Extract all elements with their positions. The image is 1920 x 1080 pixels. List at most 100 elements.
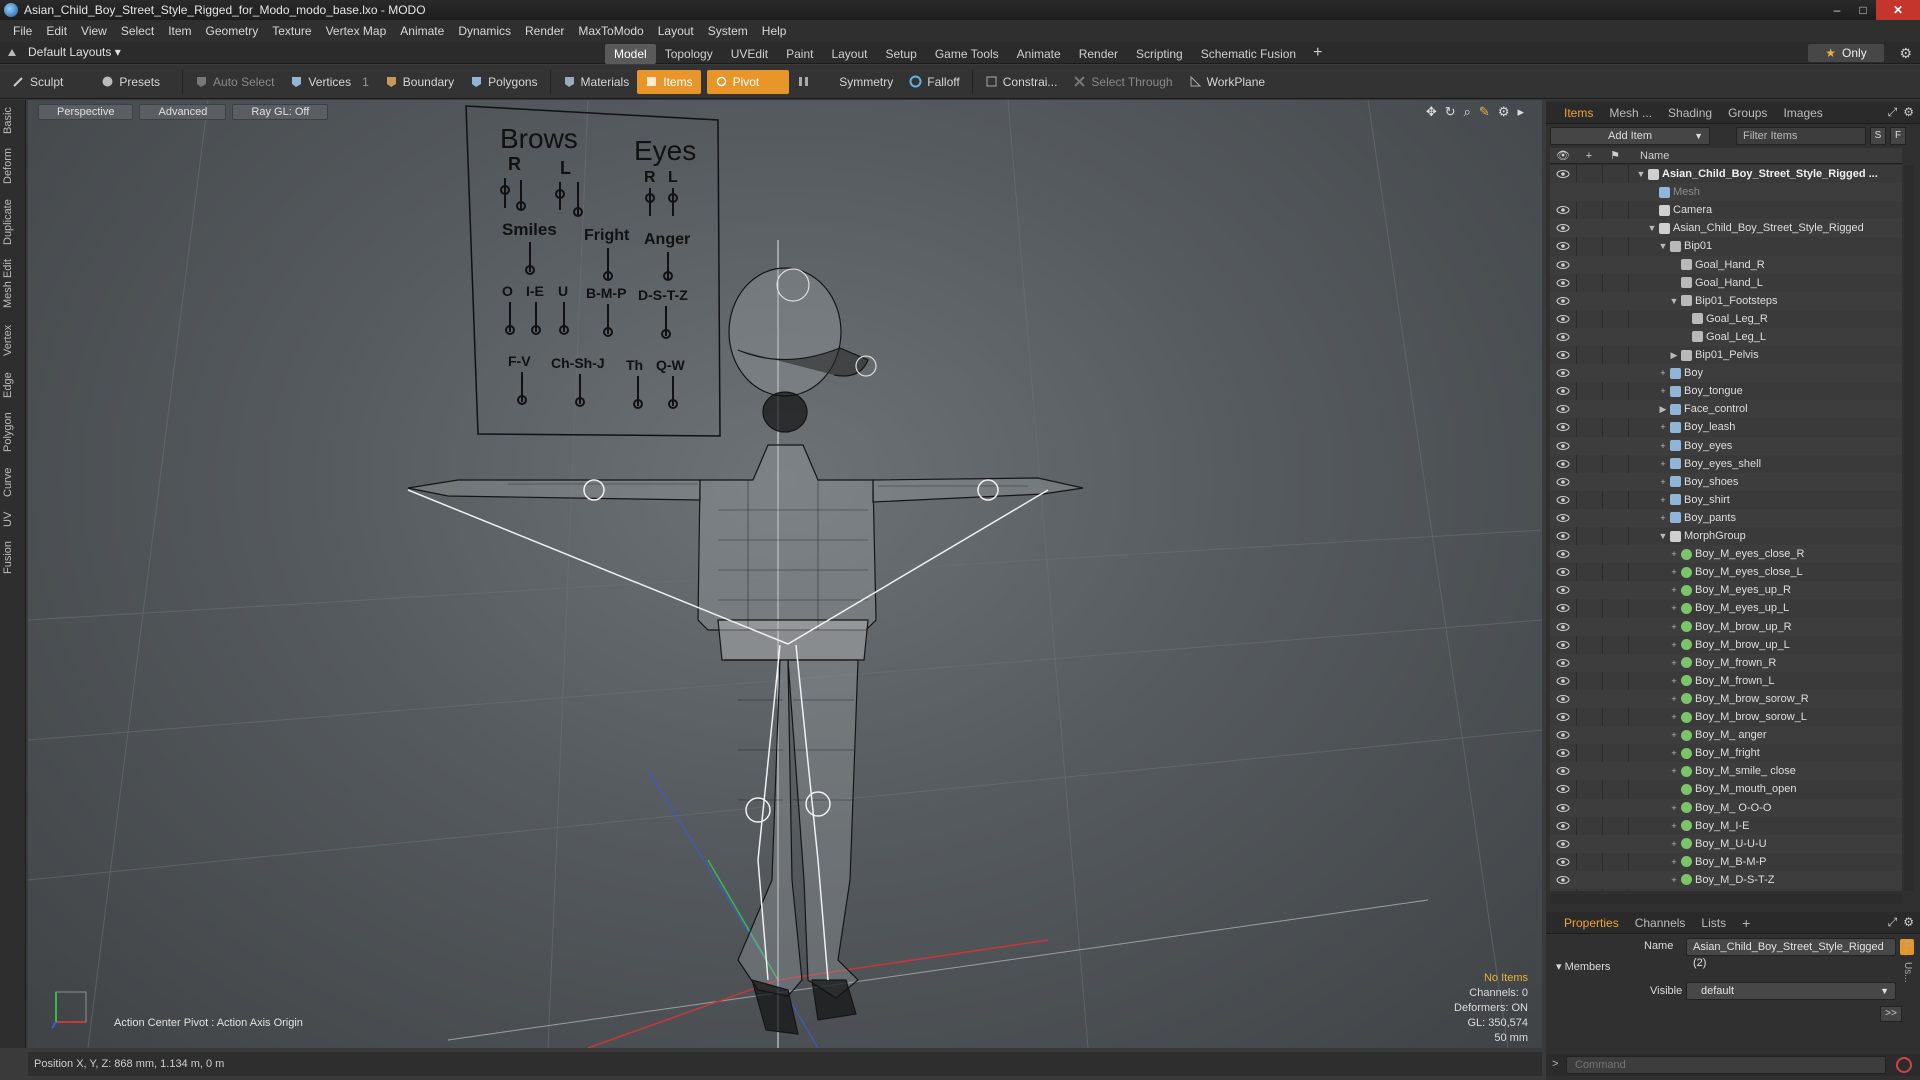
tab-images[interactable]: Images bbox=[1775, 104, 1830, 122]
expand-toggle-icon[interactable]: + bbox=[1669, 676, 1679, 686]
tab-setup[interactable]: Setup bbox=[876, 44, 925, 64]
eye-icon[interactable] bbox=[1556, 875, 1570, 885]
menu-help[interactable]: Help bbox=[755, 24, 794, 38]
falloff-button[interactable]: Falloff bbox=[901, 70, 967, 94]
expand-toggle-icon[interactable]: + bbox=[1669, 839, 1679, 849]
close-button[interactable]: ✕ bbox=[1876, 0, 1920, 20]
expand-toggle-icon[interactable]: + bbox=[1669, 730, 1679, 740]
eye-icon[interactable] bbox=[1556, 223, 1570, 233]
vtab-fusion[interactable]: Fusion bbox=[2, 538, 24, 576]
vtab-vertex[interactable]: Vertex bbox=[2, 320, 24, 360]
menu-item[interactable]: Item bbox=[161, 24, 198, 38]
eye-icon[interactable] bbox=[1556, 350, 1570, 360]
tree-row[interactable]: ▼ Bip01_Footsteps bbox=[1550, 291, 1902, 310]
eye-icon[interactable] bbox=[1556, 803, 1570, 813]
expand-toggle-icon[interactable]: + bbox=[1658, 513, 1668, 523]
eye-icon[interactable] bbox=[1556, 241, 1570, 251]
eye-icon[interactable] bbox=[1556, 549, 1570, 559]
eye-icon[interactable] bbox=[1556, 495, 1570, 505]
eye-icon[interactable] bbox=[1556, 441, 1570, 451]
expand-toggle-icon[interactable]: ▼ bbox=[1669, 296, 1679, 306]
eye-icon[interactable] bbox=[1556, 368, 1570, 378]
expand-toggle-icon[interactable]: + bbox=[1658, 495, 1668, 505]
expand-toggle-icon[interactable]: + bbox=[1669, 694, 1679, 704]
eye-icon[interactable] bbox=[1556, 712, 1570, 722]
constraints-button[interactable]: Constrai... bbox=[977, 70, 1066, 94]
tree-row[interactable]: + Boy_M_brow_sorow_R bbox=[1550, 689, 1902, 708]
tab-lists[interactable]: Lists bbox=[1693, 914, 1734, 932]
viewport-gear-icon[interactable]: ⚙ bbox=[1498, 104, 1510, 120]
s-button[interactable]: S bbox=[1870, 127, 1886, 145]
menu-layout[interactable]: Layout bbox=[651, 24, 701, 38]
eye-icon[interactable] bbox=[1556, 477, 1570, 487]
eye-icon[interactable] bbox=[1556, 658, 1570, 668]
eye-icon[interactable] bbox=[1556, 332, 1570, 342]
panel-gear-icon[interactable]: ⚙ bbox=[1903, 105, 1914, 120]
expand-toggle-icon[interactable]: + bbox=[1658, 386, 1668, 396]
eye-icon[interactable] bbox=[1556, 839, 1570, 849]
expand-toggle-icon[interactable]: + bbox=[1669, 549, 1679, 559]
tree-row[interactable]: ▼ MorphGroup bbox=[1550, 527, 1902, 545]
eye-icon[interactable] bbox=[1556, 404, 1570, 414]
tree-horizontal-scrollbar[interactable] bbox=[1550, 894, 1902, 904]
expand-toggle-icon[interactable]: + bbox=[1658, 368, 1668, 378]
tab-game-tools[interactable]: Game Tools bbox=[926, 44, 1008, 64]
eye-icon[interactable] bbox=[1556, 296, 1570, 306]
properties-expand-icon[interactable]: ⤢ bbox=[1888, 915, 1898, 930]
tree-row[interactable]: + Boy_M_ O-O-O bbox=[1550, 798, 1902, 817]
only-button[interactable]: ★ Only bbox=[1808, 44, 1884, 62]
boundary-button[interactable]: Boundary bbox=[377, 70, 462, 94]
select-through-button[interactable]: Select Through bbox=[1065, 70, 1180, 94]
menu-view[interactable]: View bbox=[74, 24, 114, 38]
eye-icon[interactable] bbox=[1556, 422, 1570, 432]
expand-toggle-icon[interactable]: + bbox=[1669, 712, 1679, 722]
brush-icon[interactable]: ✎ bbox=[1479, 104, 1490, 120]
menu-maxtomodo[interactable]: MaxToModo bbox=[571, 24, 650, 38]
tree-row[interactable]: + Boy_M_brow_up_L bbox=[1550, 636, 1902, 654]
properties-gear-icon[interactable]: ⚙ bbox=[1903, 915, 1914, 930]
tab-items[interactable]: Items bbox=[1556, 104, 1601, 122]
tree-row[interactable]: + Boy_M_D-S-T-Z bbox=[1550, 870, 1902, 889]
layout-pin-icon[interactable] bbox=[6, 46, 18, 58]
tree-row[interactable]: ▶ Face_control bbox=[1550, 400, 1902, 419]
tree-row[interactable]: + Boy_M_smile_ close bbox=[1550, 762, 1902, 781]
vtab-edge[interactable]: Edge bbox=[2, 370, 24, 400]
tab-render[interactable]: Render bbox=[1070, 44, 1127, 64]
rotate-icon[interactable]: ↻ bbox=[1445, 104, 1456, 120]
vtab-us[interactable]: Us... bbox=[1902, 962, 1913, 983]
expand-toggle-icon[interactable]: ▶ bbox=[1658, 404, 1668, 415]
eye-icon[interactable] bbox=[1556, 386, 1570, 396]
expand-toggle-icon[interactable]: + bbox=[1669, 857, 1679, 867]
eye-icon[interactable] bbox=[1556, 603, 1570, 613]
menu-file[interactable]: File bbox=[6, 24, 39, 38]
members-section[interactable]: ▾ Members bbox=[1556, 960, 1610, 973]
tab-scripting[interactable]: Scripting bbox=[1127, 44, 1192, 64]
tree-row[interactable]: ▼ Bip01 bbox=[1550, 237, 1902, 255]
eye-icon[interactable] bbox=[1556, 748, 1570, 758]
more-button[interactable]: >> bbox=[1880, 1006, 1902, 1022]
pan-icon[interactable]: ✥ bbox=[1426, 104, 1437, 120]
name-field[interactable]: Asian_Child_Boy_Street_Style_Rigged (2) bbox=[1686, 938, 1896, 969]
eye-icon[interactable] bbox=[1556, 314, 1570, 324]
materials-button[interactable]: Materials bbox=[555, 70, 638, 94]
tab-animate[interactable]: Animate bbox=[1008, 44, 1070, 64]
lock-column-icon[interactable]: + bbox=[1576, 150, 1602, 162]
minimize-button[interactable]: – bbox=[1824, 0, 1850, 20]
polygons-button[interactable]: Polygons bbox=[462, 70, 545, 94]
eye-icon[interactable] bbox=[1556, 766, 1570, 776]
perspective-button[interactable]: Perspective bbox=[38, 104, 134, 120]
tab-groups[interactable]: Groups bbox=[1720, 104, 1775, 122]
eye-icon[interactable] bbox=[1556, 169, 1570, 179]
tree-row[interactable]: Mesh bbox=[1550, 183, 1902, 202]
vtab-polygon[interactable]: Polygon bbox=[2, 408, 24, 456]
tree-row[interactable]: + Boy_M_frown_R bbox=[1550, 653, 1902, 672]
presets-button[interactable]: Presets bbox=[93, 70, 168, 94]
eye-icon[interactable] bbox=[1556, 640, 1570, 650]
expand-toggle-icon[interactable]: ▼ bbox=[1636, 169, 1646, 179]
eye-icon[interactable] bbox=[1556, 205, 1570, 215]
expand-toggle-icon[interactable]: + bbox=[1669, 748, 1679, 758]
tree-row[interactable]: + Boy_M_eyes_close_R bbox=[1550, 545, 1902, 564]
vtab-deform[interactable]: Deform bbox=[2, 146, 24, 186]
tree-row[interactable]: Camera bbox=[1550, 201, 1902, 219]
tree-row[interactable]: + Boy_M_fright bbox=[1550, 744, 1902, 762]
